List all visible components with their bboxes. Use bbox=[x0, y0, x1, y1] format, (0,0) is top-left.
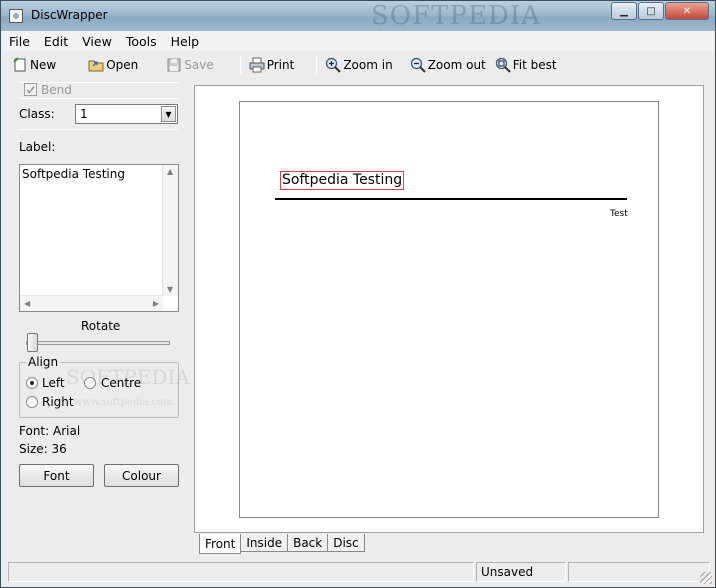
align-left-radio[interactable] bbox=[26, 377, 38, 389]
class-label: Class: bbox=[19, 107, 55, 121]
size-info: Size: 36 bbox=[19, 442, 67, 456]
font-info: Font: Arial bbox=[19, 424, 81, 438]
toolbar: New Open Save Print Zoom in Zoom out Fit… bbox=[2, 52, 714, 78]
menu-edit[interactable]: Edit bbox=[37, 34, 75, 49]
minimize-icon: ▁ bbox=[620, 5, 628, 17]
rotate-label: Rotate bbox=[81, 319, 121, 333]
save-label: Save bbox=[184, 58, 214, 72]
window-title: DiscWrapper bbox=[31, 8, 108, 22]
class-dropdown[interactable]: 1 ▼ bbox=[75, 104, 178, 124]
watermark-url: www.softpedia.com bbox=[74, 397, 173, 408]
maximize-icon: □ bbox=[646, 5, 656, 17]
scroll-left-icon[interactable]: ◀ bbox=[24, 299, 30, 308]
align-legend: Align bbox=[26, 355, 61, 369]
status-bar: Unsaved bbox=[2, 560, 714, 586]
menu-view[interactable]: View bbox=[75, 34, 119, 49]
save-state-text: Unsaved bbox=[481, 565, 534, 579]
scroll-up-icon[interactable]: ▲ bbox=[167, 167, 173, 176]
colour-button-label: Colour bbox=[122, 468, 161, 483]
zoom-in-button[interactable]: Zoom in bbox=[325, 54, 393, 76]
tab-front[interactable]: Front bbox=[199, 534, 242, 554]
rotate-slider-track[interactable] bbox=[26, 341, 170, 345]
class-value: 1 bbox=[80, 107, 88, 121]
status-message-cell bbox=[8, 562, 474, 582]
align-right-radio[interactable] bbox=[26, 396, 38, 408]
label-page[interactable]: Softpedia Testing Test bbox=[239, 101, 659, 518]
label-text-value: Softpedia Testing bbox=[22, 167, 125, 181]
zoom-out-label: Zoom out bbox=[427, 58, 486, 72]
zoom-out-icon bbox=[410, 57, 426, 73]
window-controls: ▁ □ ✕ bbox=[610, 2, 709, 20]
new-label: New bbox=[30, 58, 57, 72]
menu-file[interactable]: File bbox=[2, 34, 37, 49]
menu-tools[interactable]: Tools bbox=[119, 34, 164, 49]
app-window: DiscWrapper SOFTPEDIA ▁ □ ✕ File Edit Vi… bbox=[0, 0, 716, 588]
toolbar-separator bbox=[316, 56, 318, 74]
tab-disc[interactable]: Disc bbox=[327, 534, 366, 552]
design-canvas[interactable]: Softpedia Testing Test bbox=[194, 85, 704, 533]
fit-best-button[interactable]: Fit best bbox=[495, 54, 557, 76]
colour-button[interactable]: Colour bbox=[104, 464, 179, 487]
menu-help[interactable]: Help bbox=[164, 34, 207, 49]
label-field-label: Label: bbox=[19, 140, 56, 154]
selected-text-element[interactable]: Softpedia Testing bbox=[280, 171, 405, 190]
align-right-label: Right bbox=[42, 395, 74, 409]
tab-label: Inside bbox=[246, 535, 283, 550]
scroll-down-icon[interactable]: ▼ bbox=[167, 285, 173, 294]
app-icon bbox=[9, 9, 23, 23]
maximize-button[interactable]: □ bbox=[638, 2, 664, 20]
bend-checkbox[interactable] bbox=[24, 83, 37, 96]
printer-icon bbox=[249, 57, 265, 73]
align-left-label: Left bbox=[42, 376, 65, 390]
zoom-in-label: Zoom in bbox=[343, 58, 393, 72]
zoom-in-icon bbox=[326, 57, 342, 73]
divider bbox=[18, 98, 178, 99]
print-label: Print bbox=[266, 58, 295, 72]
dropdown-arrow-icon[interactable]: ▼ bbox=[161, 106, 176, 122]
toolbar-separator bbox=[239, 56, 241, 74]
open-folder-icon bbox=[88, 60, 104, 72]
tab-inside[interactable]: Inside bbox=[240, 534, 289, 552]
label-textarea[interactable]: Softpedia Testing ▲ ▼ ◀ ▶ bbox=[19, 164, 179, 312]
tab-label: Back bbox=[293, 535, 323, 550]
save-button[interactable]: Save bbox=[166, 54, 214, 76]
tab-label: Disc bbox=[333, 535, 359, 550]
small-text-element[interactable]: Test bbox=[610, 209, 628, 219]
open-button[interactable]: Open bbox=[88, 54, 138, 76]
close-button[interactable]: ✕ bbox=[665, 2, 709, 20]
close-icon: ✕ bbox=[682, 5, 692, 17]
vertical-scrollbar[interactable]: ▲ ▼ bbox=[162, 165, 178, 296]
tab-back[interactable]: Back bbox=[287, 534, 329, 552]
save-disk-icon bbox=[167, 58, 181, 72]
font-button-label: Font bbox=[43, 468, 70, 483]
new-button[interactable]: New bbox=[12, 54, 56, 76]
scroll-right-icon[interactable]: ▶ bbox=[153, 299, 159, 308]
watermark-logo: SOFTPEDIA bbox=[371, 1, 541, 31]
line-element[interactable] bbox=[275, 198, 627, 200]
zoom-out-button[interactable]: Zoom out bbox=[410, 54, 486, 76]
resize-grip-icon[interactable] bbox=[700, 572, 712, 584]
tab-label: Front bbox=[205, 536, 236, 551]
bend-label: Bend bbox=[41, 83, 72, 97]
watermark-logo: SOFTPEDIA bbox=[66, 365, 190, 389]
font-button[interactable]: Font bbox=[19, 464, 94, 487]
title-bar[interactable]: DiscWrapper SOFTPEDIA ▁ □ ✕ bbox=[1, 1, 715, 31]
fit-best-icon bbox=[495, 57, 511, 73]
divider bbox=[18, 129, 178, 130]
rotate-slider-thumb[interactable] bbox=[27, 333, 38, 352]
minimize-button[interactable]: ▁ bbox=[611, 2, 637, 20]
properties-panel: Bend Class: 1 ▼ Label: Softpedia Testing… bbox=[2, 79, 192, 559]
open-label: Open bbox=[106, 58, 139, 72]
page-tabs: Front Inside Back Disc bbox=[199, 534, 366, 554]
fit-best-label: Fit best bbox=[512, 58, 557, 72]
horizontal-scrollbar[interactable]: ◀ ▶ bbox=[20, 295, 163, 311]
new-document-icon bbox=[13, 57, 26, 72]
status-state-cell: Unsaved bbox=[476, 562, 566, 582]
status-extra-cell bbox=[568, 562, 710, 582]
checkmark-icon bbox=[26, 86, 35, 94]
print-button[interactable]: Print bbox=[249, 54, 295, 76]
menu-bar: File Edit View Tools Help bbox=[2, 31, 714, 51]
